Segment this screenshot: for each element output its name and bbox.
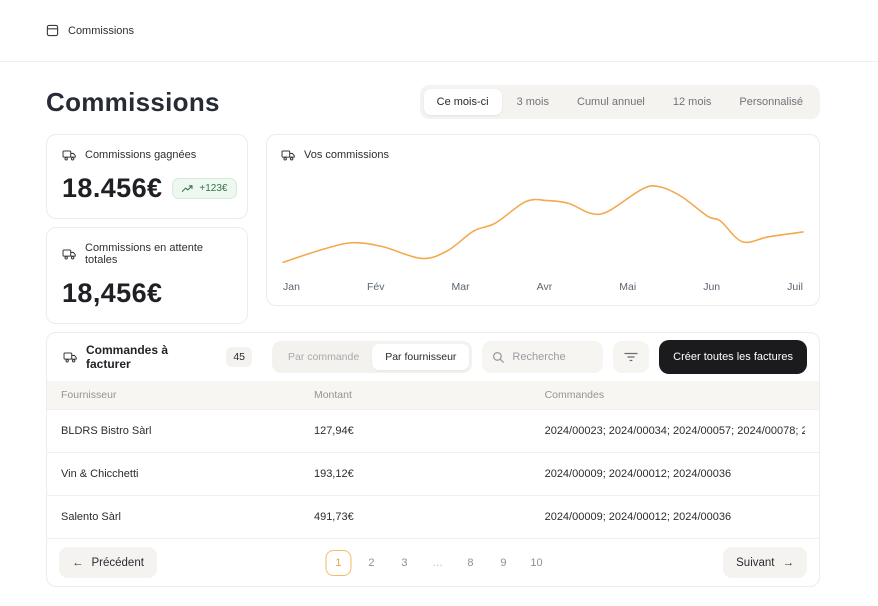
- x-tick: Juil: [787, 281, 803, 293]
- stat-card-commissions-gagnees: Commissions gagnées 18.456€ +123€: [46, 134, 248, 219]
- table-row[interactable]: Salento Sàrl 491,73€ 2024/00009; 2024/00…: [47, 495, 819, 538]
- create-invoices-button[interactable]: Créer toutes les factures: [659, 340, 807, 374]
- page-ellipsis: …: [424, 550, 450, 576]
- count-badge: 45: [226, 347, 252, 367]
- page-number-8[interactable]: 8: [457, 550, 483, 576]
- topbar: Commissions: [0, 0, 878, 62]
- truck-icon: [62, 248, 77, 260]
- stat-label: Commissions gagnées: [85, 149, 196, 161]
- previous-page-button[interactable]: ← Précédent: [59, 547, 157, 578]
- view-mode-switch: Par commande Par fournisseur: [272, 341, 472, 373]
- tab-3-mois[interactable]: 3 mois: [504, 89, 562, 115]
- segment-par-fournisseur[interactable]: Par fournisseur: [372, 344, 469, 370]
- tab-cumul-annuel[interactable]: Cumul annuel: [564, 89, 658, 115]
- table-row[interactable]: Vin & Chicchetti 193,12€ 2024/00009; 202…: [47, 452, 819, 495]
- segment-par-commande[interactable]: Par commande: [275, 344, 372, 370]
- x-tick: Avr: [537, 281, 553, 293]
- stat-value-attente: 18,456€: [62, 278, 162, 309]
- previous-label: Précédent: [92, 557, 144, 569]
- page-title: Commissions: [46, 87, 220, 118]
- truck-icon: [281, 149, 296, 161]
- x-tick: Jan: [283, 281, 300, 293]
- x-tick: Fév: [367, 281, 385, 293]
- page-number-9[interactable]: 9: [490, 550, 516, 576]
- commissions-line-chart: [281, 165, 805, 279]
- trend-up-icon: [181, 184, 194, 193]
- x-tick: Jun: [703, 281, 720, 293]
- trend-badge-value: +123€: [199, 183, 227, 194]
- page-number-1[interactable]: 1: [325, 550, 351, 576]
- breadcrumb[interactable]: Commissions: [68, 25, 134, 37]
- chart-title: Vos commissions: [304, 149, 389, 161]
- x-tick: Mar: [452, 281, 470, 293]
- table-title: Commandes à facturer: [86, 343, 214, 371]
- tab-personnalise[interactable]: Personnalisé: [726, 89, 816, 115]
- page-number-2[interactable]: 2: [358, 550, 384, 576]
- commissions-chart-card: Vos commissions Jan Fév Mar Avr Mai Jun …: [266, 134, 820, 306]
- truck-icon: [63, 351, 78, 363]
- table-row[interactable]: BLDRS Bistro Sàrl 127,94€ 2024/00023; 20…: [47, 409, 819, 452]
- next-label: Suivant: [736, 557, 774, 569]
- filter-button[interactable]: [613, 341, 649, 373]
- chart-x-axis: Jan Fév Mar Avr Mai Jun Juil: [281, 279, 805, 297]
- cell-commandes: 2024/00009; 2024/00012; 2024/00036: [545, 453, 805, 495]
- column-header-montant: Montant: [314, 381, 545, 409]
- main-content: Commissions Ce mois-ci 3 mois Cumul annu…: [0, 62, 878, 587]
- pagination-bar: ← Précédent 1 2 3 … 8 9 10 Suivant →: [47, 538, 819, 586]
- cell-commandes: 2024/00023; 2024/00034; 2024/00057; 2024…: [545, 410, 805, 452]
- search-icon: [492, 351, 505, 364]
- cell-montant: 491,73€: [314, 496, 545, 538]
- page-number-3[interactable]: 3: [391, 550, 417, 576]
- search-input[interactable]: [512, 351, 593, 363]
- x-tick: Mai: [619, 281, 636, 293]
- next-page-button[interactable]: Suivant →: [723, 547, 807, 578]
- truck-icon: [62, 149, 77, 161]
- cell-fournisseur: BLDRS Bistro Sàrl: [61, 410, 314, 452]
- cell-fournisseur: Salento Sàrl: [61, 496, 314, 538]
- arrow-right-icon: →: [783, 557, 795, 569]
- cell-fournisseur: Vin & Chicchetti: [61, 453, 314, 495]
- table-header: Fournisseur Montant Commandes: [47, 381, 819, 409]
- period-tabs: Ce mois-ci 3 mois Cumul annuel 12 mois P…: [420, 85, 820, 119]
- cell-commandes: 2024/00009; 2024/00012; 2024/00036: [545, 496, 805, 538]
- page-numbers: 1 2 3 … 8 9 10: [325, 550, 549, 576]
- tab-12-mois[interactable]: 12 mois: [660, 89, 725, 115]
- stat-card-commissions-attente: Commissions en attente totales 18,456€: [46, 227, 248, 324]
- stat-label: Commissions en attente totales: [85, 242, 232, 266]
- column-header-fournisseur: Fournisseur: [61, 381, 314, 409]
- column-header-commandes: Commandes: [545, 381, 805, 409]
- stat-value-gagnees: 18.456€: [62, 173, 162, 204]
- arrow-left-icon: ←: [72, 557, 84, 569]
- panel-icon: [46, 24, 59, 37]
- filter-icon: [624, 352, 638, 362]
- trend-badge: +123€: [172, 178, 236, 199]
- tab-ce-mois-ci[interactable]: Ce mois-ci: [424, 89, 502, 115]
- search-box: [482, 341, 603, 373]
- cell-montant: 127,94€: [314, 410, 545, 452]
- page-number-10[interactable]: 10: [523, 550, 549, 576]
- orders-table-card: Commandes à facturer 45 Par commande Par…: [46, 332, 820, 587]
- cell-montant: 193,12€: [314, 453, 545, 495]
